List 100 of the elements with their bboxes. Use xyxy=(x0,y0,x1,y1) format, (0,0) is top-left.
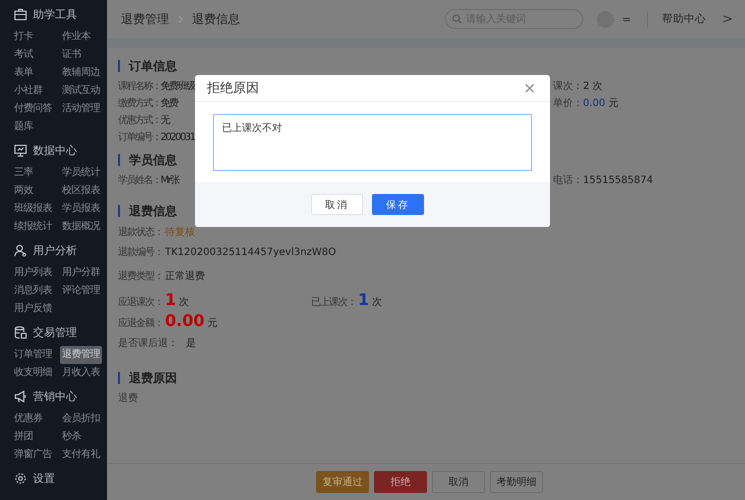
search-icon xyxy=(452,14,462,24)
sidebar-item[interactable]: 活动管理 xyxy=(60,100,102,118)
sidebar-item[interactable]: 拼团 xyxy=(12,428,35,446)
sidebar-item[interactable]: 学员统计 xyxy=(60,164,102,182)
sidebar-item[interactable]: 考试 xyxy=(12,46,35,64)
field-value: 1 xyxy=(165,289,176,311)
user-icon xyxy=(14,244,27,256)
unit-text: 元 xyxy=(207,317,218,331)
sidebar-item[interactable]: 优惠券 xyxy=(12,410,44,428)
field-label: 退款状态： xyxy=(118,226,163,240)
action-button[interactable]: 取消 xyxy=(432,471,485,493)
help-link[interactable]: 帮助中心 xyxy=(662,12,706,26)
field-label: 退费类型： xyxy=(118,270,163,284)
status-text: 待复核 xyxy=(165,226,195,240)
sidebar-item[interactable]: 退费管理 xyxy=(60,346,102,364)
field-label: 课次： xyxy=(553,80,583,94)
sidebar-item[interactable]: 订单管理 xyxy=(12,346,54,364)
sidebar-item[interactable]: 学员报表 xyxy=(60,200,102,218)
field-value: TK120200325114457yevl3nzW8O xyxy=(165,246,336,260)
field-value: Mr张 xyxy=(160,174,179,188)
field-value: 0.00 xyxy=(165,312,204,329)
sidebar-group-title: 交易管理 xyxy=(33,324,77,340)
sidebar-item[interactable]: 用户分群 xyxy=(60,264,102,282)
section-title: 退费信息 xyxy=(118,205,177,217)
dialog-title: 拒绝原因 xyxy=(207,80,259,97)
sidebar-item[interactable]: 校区报表 xyxy=(60,182,102,200)
sidebar-item[interactable]: 教辅周边 xyxy=(60,64,102,82)
breadcrumb-item[interactable]: 退费管理 xyxy=(121,10,169,28)
field-value: 0.00 xyxy=(583,97,606,111)
field-value: 2 次 xyxy=(583,80,603,94)
sidebar-group-title: 助学工具 xyxy=(33,6,77,22)
field-label: 缴费方式： xyxy=(118,96,160,111)
sidebar-item[interactable]: 班级报表 xyxy=(12,200,54,218)
field-value: 正常退费 xyxy=(165,270,205,284)
sidebar-item[interactable]: 消息列表 xyxy=(12,282,54,300)
sidebar-item[interactable]: 数据概况 xyxy=(60,218,102,236)
sidebar-item[interactable]: 两效 xyxy=(12,182,35,200)
action-button[interactable]: 考勤明细 xyxy=(490,471,543,493)
sidebar-group-title: 营销中心 xyxy=(33,388,77,404)
section-title: 订单信息 xyxy=(118,60,177,72)
sidebar-item[interactable]: 用户列表 xyxy=(12,264,54,282)
sidebar-item[interactable]: 作业本 xyxy=(60,28,92,46)
field-label: 是否课后退： xyxy=(118,336,178,351)
sidebar-group-title: 设置 xyxy=(33,470,55,486)
section-title: 学员信息 xyxy=(118,154,177,166)
field-value: 15515585874 xyxy=(583,174,653,188)
field-value: 无 xyxy=(160,114,169,128)
cancel-button[interactable]: 取消 xyxy=(311,194,363,215)
reason-field[interactable]: 已上课次不对 xyxy=(213,114,532,171)
field-value: 免费班级 xyxy=(160,80,194,94)
sidebar-item[interactable]: 付费问答 xyxy=(12,100,54,118)
action-button[interactable]: 拒绝 xyxy=(374,471,427,493)
field-label: 已上课次： xyxy=(311,296,356,310)
field-label: 单价： xyxy=(553,96,583,111)
field-label: 优惠方式： xyxy=(118,114,160,128)
settings-icon xyxy=(14,472,27,484)
sidebar-item[interactable]: 三率 xyxy=(12,164,35,182)
unit-text: 次 xyxy=(179,296,190,310)
section-title: 退费原因 xyxy=(118,372,177,384)
sidebar-group-title: 用户分析 xyxy=(33,242,77,258)
sidebar-item[interactable]: 题库 xyxy=(12,118,35,136)
unit-text: 元 xyxy=(608,97,618,111)
briefcase-icon xyxy=(14,8,27,20)
field-label: 学员姓名： xyxy=(118,174,160,188)
sidebar-item[interactable]: 弹窗广告 xyxy=(12,446,54,464)
field-value: 免费 xyxy=(160,96,178,111)
menu-button[interactable]: = xyxy=(622,12,632,26)
field-value: 1 xyxy=(358,289,370,311)
field-label: 课程名称： xyxy=(118,80,160,94)
sidebar-item[interactable]: 评论管理 xyxy=(60,282,102,300)
sidebar-item[interactable]: 秒杀 xyxy=(60,428,83,446)
database-icon xyxy=(14,326,27,338)
field-label: 退款编号： xyxy=(118,246,163,260)
expand-button[interactable]: > xyxy=(722,12,733,26)
save-button[interactable]: 保存 xyxy=(372,194,424,215)
field-label: 应退课次： xyxy=(118,296,163,310)
sidebar-item[interactable]: 支付有礼 xyxy=(60,446,102,464)
field-value: 2020031 xyxy=(160,131,195,145)
sidebar-item[interactable]: 月收入表 xyxy=(60,364,102,382)
unit-text: 次 xyxy=(372,296,382,310)
sidebar-item[interactable]: 收支明细 xyxy=(12,364,54,382)
megaphone-icon xyxy=(14,390,27,402)
sidebar-item[interactable]: 小社群 xyxy=(12,82,44,100)
sidebar-item[interactable]: 测试互动 xyxy=(60,82,102,100)
sidebar-item[interactable]: 证书 xyxy=(60,46,83,64)
sidebar-group-title: 数据中心 xyxy=(33,142,77,158)
sidebar-item[interactable]: 用户反馈 xyxy=(12,300,54,318)
sidebar-item[interactable]: 续报统计 xyxy=(12,218,54,236)
reason-text: 退费 xyxy=(118,392,138,406)
sidebar-item[interactable]: 表单 xyxy=(12,64,35,82)
field-label: 应退金额： xyxy=(118,316,163,331)
chevron-icon xyxy=(178,14,183,24)
breadcrumb-item[interactable]: 退费信息 xyxy=(192,10,240,28)
sidebar-item[interactable]: 会员折扣 xyxy=(60,410,102,428)
field-label: 电话： xyxy=(553,174,583,188)
field-label: 订单编号： xyxy=(118,130,160,145)
close-button[interactable]: × xyxy=(523,80,536,96)
field-value: 是 xyxy=(186,337,196,351)
action-button[interactable]: 复审通过 xyxy=(316,471,369,493)
sidebar-item[interactable]: 打卡 xyxy=(12,28,35,46)
